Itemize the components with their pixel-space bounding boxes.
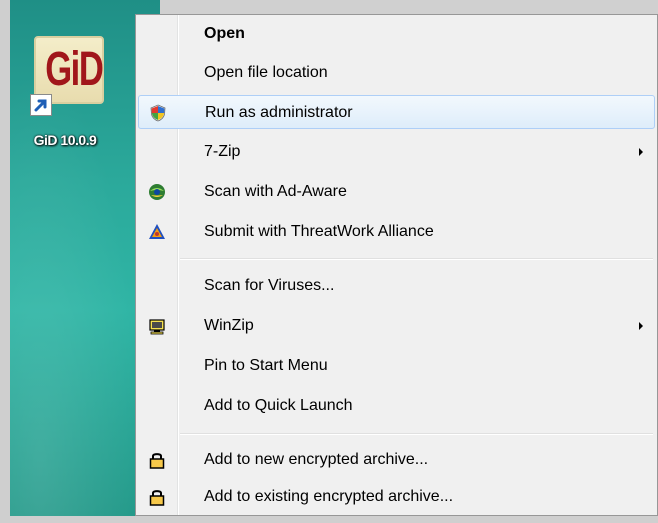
menu-item-add-to-new-encrypted-archive[interactable]: Add to new encrypted archive...: [138, 443, 655, 477]
menu-item-label: Add to new encrypted archive...: [204, 451, 429, 468]
shortcut-label: GiD 10.0.9: [33, 132, 97, 148]
window-frame-left: [0, 0, 10, 523]
menu-item-label: 7-Zip: [204, 143, 241, 160]
menu-item-scan-with-ad-aware[interactable]: Scan with Ad-Aware: [138, 175, 655, 209]
shortcut-arrow-icon: [30, 94, 52, 116]
menu-item-winzip[interactable]: WinZip: [138, 309, 655, 343]
menu-item-pin-to-start-menu[interactable]: Pin to Start Menu: [138, 349, 655, 383]
menu-item-scan-for-viruses[interactable]: Scan for Viruses...: [138, 269, 655, 303]
menu-item-label: WinZip: [204, 317, 254, 334]
menu-item-open[interactable]: Open: [138, 17, 655, 51]
menu-item-7zip[interactable]: 7-Zip: [138, 135, 655, 169]
threatwork-icon: [148, 223, 166, 241]
menu-item-label: Pin to Start Menu: [204, 357, 328, 374]
ad-aware-icon: [148, 183, 166, 201]
menu-icon-column: [136, 15, 177, 515]
menu-item-run-as-administrator[interactable]: Run as administrator: [138, 95, 655, 129]
context-menu: Open Open file location Run as administr…: [135, 14, 658, 516]
menu-item-label: Open file location: [204, 64, 328, 81]
menu-item-label: Run as administrator: [205, 104, 353, 121]
menu-item-label: Scan for Viruses...: [204, 277, 335, 294]
menu-item-label: Open: [204, 25, 245, 42]
lock-icon: [148, 451, 166, 469]
menu-icon-divider: [177, 15, 179, 515]
chevron-right-icon: [639, 148, 643, 156]
window-frame-bottom: [0, 516, 658, 523]
menu-item-add-to-existing-encrypted-archive[interactable]: Add to existing encrypted archive...: [138, 480, 655, 514]
desktop-shortcut-gid[interactable]: GiD GiD 10.0.9: [30, 36, 130, 166]
lock-icon: [148, 488, 166, 506]
menu-separator: [180, 258, 653, 260]
gid-logo-text: GiD: [45, 43, 104, 96]
menu-item-add-to-quick-launch[interactable]: Add to Quick Launch: [138, 389, 655, 423]
menu-item-label: Add to existing encrypted archive...: [204, 488, 454, 505]
menu-separator: [180, 433, 653, 435]
chevron-right-icon: [639, 322, 643, 330]
winzip-icon: [148, 317, 166, 335]
menu-item-label: Submit with ThreatWork Alliance: [204, 223, 434, 240]
menu-item-label: Scan with Ad-Aware: [204, 183, 347, 200]
uac-shield-icon: [149, 104, 167, 122]
menu-item-label: Add to Quick Launch: [204, 397, 353, 414]
menu-item-open-file-location[interactable]: Open file location: [138, 56, 655, 90]
menu-item-submit-threatwork[interactable]: Submit with ThreatWork Alliance: [138, 215, 655, 249]
